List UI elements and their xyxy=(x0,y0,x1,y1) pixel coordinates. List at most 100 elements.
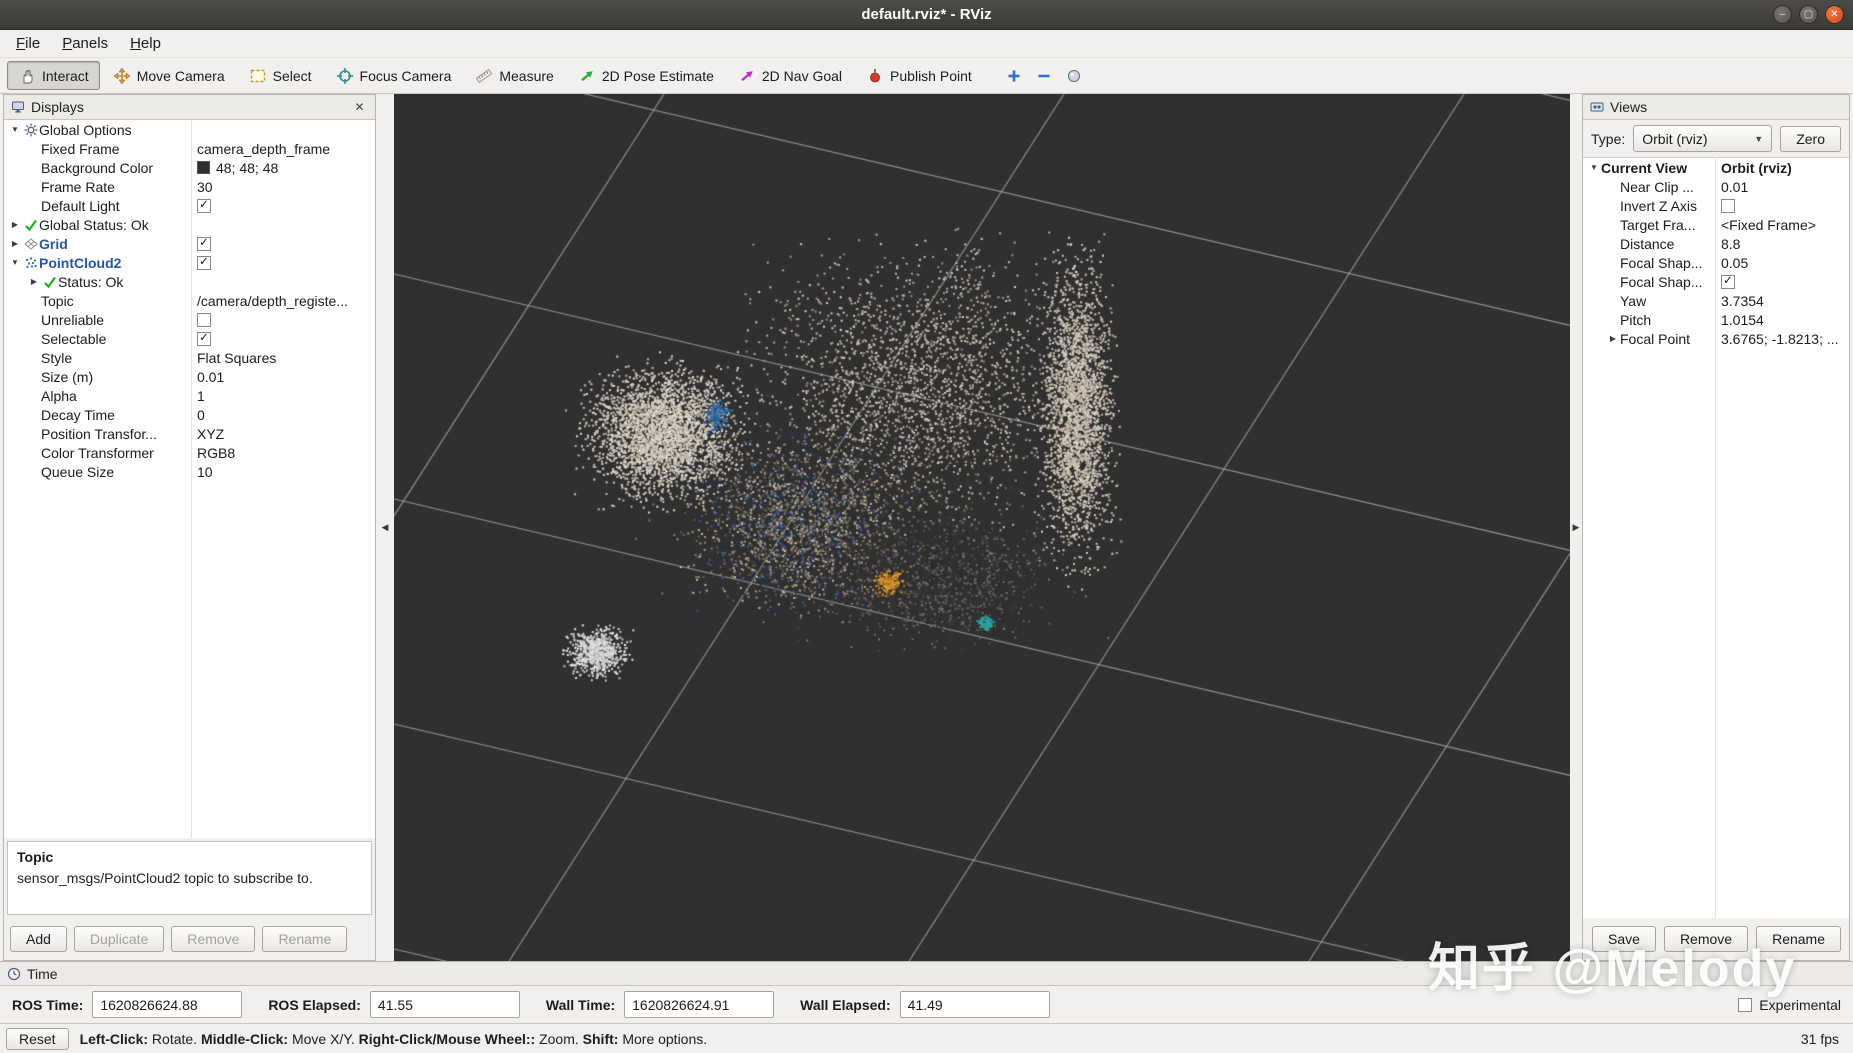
tool-interact[interactable]: Interact xyxy=(7,61,100,90)
tool-2d-nav-goal[interactable]: 2D Nav Goal xyxy=(727,61,853,90)
ros-time-input[interactable] xyxy=(92,991,242,1018)
rename-view-button[interactable]: Rename xyxy=(1756,926,1841,952)
tool-measure[interactable]: Measure xyxy=(464,61,564,90)
tree-row-distance[interactable]: Distance8.8 xyxy=(1583,234,1849,253)
property-value-cell[interactable]: 3.6765; -1.8213; ... xyxy=(1715,329,1849,348)
left-splitter[interactable]: ◀ xyxy=(376,94,394,961)
property-value-cell[interactable]: Flat Squares xyxy=(191,348,375,367)
property-value-cell[interactable]: 0 xyxy=(191,405,375,424)
checkbox-checked[interactable]: ✓ xyxy=(197,332,211,346)
property-value-cell[interactable] xyxy=(191,120,375,139)
expander-open-icon[interactable]: ▼ xyxy=(1587,163,1601,172)
tool-properties-button[interactable] xyxy=(1061,62,1088,89)
property-value-cell[interactable]: 0.05 xyxy=(1715,253,1849,272)
tree-row-invert-z-axis[interactable]: Invert Z Axis xyxy=(1583,196,1849,215)
close-button[interactable]: ✕ xyxy=(1825,5,1844,24)
checkbox-unchecked[interactable] xyxy=(197,313,211,327)
expander-closed-icon[interactable]: ▶ xyxy=(27,277,41,286)
tree-row-focal-point[interactable]: ▶Focal Point3.6765; -1.8213; ... xyxy=(1583,329,1849,348)
collapse-left-arrow-icon[interactable]: ◀ xyxy=(382,522,389,533)
tree-row-selectable[interactable]: Selectable✓ xyxy=(4,329,375,348)
tree-row-background-color[interactable]: Background Color48; 48; 48 xyxy=(4,158,375,177)
tree-row-current-view[interactable]: ▼Current ViewOrbit (rviz) xyxy=(1583,158,1849,177)
remove-display-button[interactable]: Remove xyxy=(171,926,255,952)
property-value-cell[interactable]: RGB8 xyxy=(191,443,375,462)
rename-display-button[interactable]: Rename xyxy=(262,926,347,952)
ros-elapsed-input[interactable] xyxy=(370,991,520,1018)
tree-row-grid[interactable]: ▶Grid✓ xyxy=(4,234,375,253)
view-type-select[interactable]: Orbit (rviz) ▼ xyxy=(1633,125,1772,152)
expander-open-icon[interactable]: ▼ xyxy=(8,258,22,267)
tree-row-near-clip[interactable]: Near Clip ...0.01 xyxy=(1583,177,1849,196)
tree-row-focal-shap[interactable]: Focal Shap...✓ xyxy=(1583,272,1849,291)
checkbox-checked[interactable]: ✓ xyxy=(197,237,211,251)
tree-row-alpha[interactable]: Alpha1 xyxy=(4,386,375,405)
reset-button[interactable]: Reset xyxy=(6,1028,69,1050)
tree-row-color-transformer[interactable]: Color TransformerRGB8 xyxy=(4,443,375,462)
maximize-button[interactable]: ▢ xyxy=(1799,5,1818,24)
tool-publish-point[interactable]: Publish Point xyxy=(855,61,983,90)
tree-row-global-options[interactable]: ▼Global Options xyxy=(4,120,375,139)
property-value-cell[interactable]: Orbit (rviz) xyxy=(1715,158,1849,177)
property-value-cell[interactable]: /camera/depth_registe... xyxy=(191,291,375,310)
tree-row-topic[interactable]: Topic/camera/depth_registe... xyxy=(4,291,375,310)
wall-time-input[interactable] xyxy=(624,991,774,1018)
viewport-3d[interactable] xyxy=(394,94,1570,961)
tree-row-target-fra[interactable]: Target Fra...<Fixed Frame> xyxy=(1583,215,1849,234)
tree-row-pointcloud2[interactable]: ▼PointCloud2✓ xyxy=(4,253,375,272)
property-value-cell[interactable]: 8.8 xyxy=(1715,234,1849,253)
property-value-cell[interactable]: 1 xyxy=(191,386,375,405)
experimental-checkbox[interactable] xyxy=(1738,998,1752,1012)
checkbox-checked[interactable]: ✓ xyxy=(197,199,211,213)
expander-closed-icon[interactable]: ▶ xyxy=(8,239,22,248)
expander-closed-icon[interactable]: ▶ xyxy=(8,220,22,229)
displays-close-icon[interactable]: ✕ xyxy=(351,99,368,116)
collapse-right-arrow-icon[interactable]: ▶ xyxy=(1573,522,1580,533)
tool-2d-pose-estimate[interactable]: 2D Pose Estimate xyxy=(567,61,725,90)
checkbox-checked[interactable]: ✓ xyxy=(1721,275,1735,289)
property-value-cell[interactable]: 3.7354 xyxy=(1715,291,1849,310)
tree-row-global-status-ok[interactable]: ▶Global Status: Ok xyxy=(4,215,375,234)
checkbox-unchecked[interactable] xyxy=(1721,199,1735,213)
add-display-button[interactable]: Add xyxy=(10,926,67,952)
menu-help[interactable]: Help xyxy=(119,30,172,57)
tree-row-unreliable[interactable]: Unreliable xyxy=(4,310,375,329)
right-splitter[interactable]: ▶ xyxy=(1570,94,1582,961)
property-value-cell[interactable] xyxy=(191,215,375,234)
property-value-cell[interactable]: ✓ xyxy=(191,329,375,348)
remove-tool-button[interactable] xyxy=(1031,62,1058,89)
zero-button[interactable]: Zero xyxy=(1780,126,1841,152)
property-value-cell[interactable]: camera_depth_frame xyxy=(191,139,375,158)
save-view-button[interactable]: Save xyxy=(1592,926,1656,952)
property-value-cell[interactable]: ✓ xyxy=(191,234,375,253)
views-panel-header[interactable]: Views xyxy=(1583,95,1849,120)
property-value-cell[interactable]: 30 xyxy=(191,177,375,196)
property-value-cell[interactable] xyxy=(191,272,375,291)
tool-select[interactable]: Select xyxy=(238,61,323,90)
tree-row-frame-rate[interactable]: Frame Rate30 xyxy=(4,177,375,196)
tree-row-size-m[interactable]: Size (m)0.01 xyxy=(4,367,375,386)
property-value-cell[interactable]: 10 xyxy=(191,462,375,481)
tree-row-position-transfor[interactable]: Position Transfor...XYZ xyxy=(4,424,375,443)
tree-row-yaw[interactable]: Yaw3.7354 xyxy=(1583,291,1849,310)
remove-view-button[interactable]: Remove xyxy=(1664,926,1748,952)
property-value-cell[interactable]: 0.01 xyxy=(191,367,375,386)
menu-file[interactable]: File xyxy=(5,30,51,57)
menu-panels[interactable]: Panels xyxy=(51,30,119,57)
tree-row-focal-shap[interactable]: Focal Shap...0.05 xyxy=(1583,253,1849,272)
titlebar[interactable]: default.rviz* - RViz – ▢ ✕ xyxy=(0,0,1853,30)
property-value-cell[interactable]: 1.0154 xyxy=(1715,310,1849,329)
property-value-cell[interactable]: 48; 48; 48 xyxy=(191,158,375,177)
property-value-cell[interactable] xyxy=(1715,196,1849,215)
tree-row-queue-size[interactable]: Queue Size10 xyxy=(4,462,375,481)
tool-move-camera[interactable]: Move Camera xyxy=(102,61,236,90)
checkbox-checked[interactable]: ✓ xyxy=(197,256,211,270)
property-value-cell[interactable] xyxy=(191,310,375,329)
property-value-cell[interactable]: ✓ xyxy=(191,196,375,215)
add-tool-button[interactable] xyxy=(1001,62,1028,89)
expander-closed-icon[interactable]: ▶ xyxy=(1606,334,1620,343)
expander-open-icon[interactable]: ▼ xyxy=(8,125,22,134)
property-value-cell[interactable]: 0.01 xyxy=(1715,177,1849,196)
pointcloud-canvas[interactable] xyxy=(394,94,1570,961)
minimize-button[interactable]: – xyxy=(1773,5,1792,24)
